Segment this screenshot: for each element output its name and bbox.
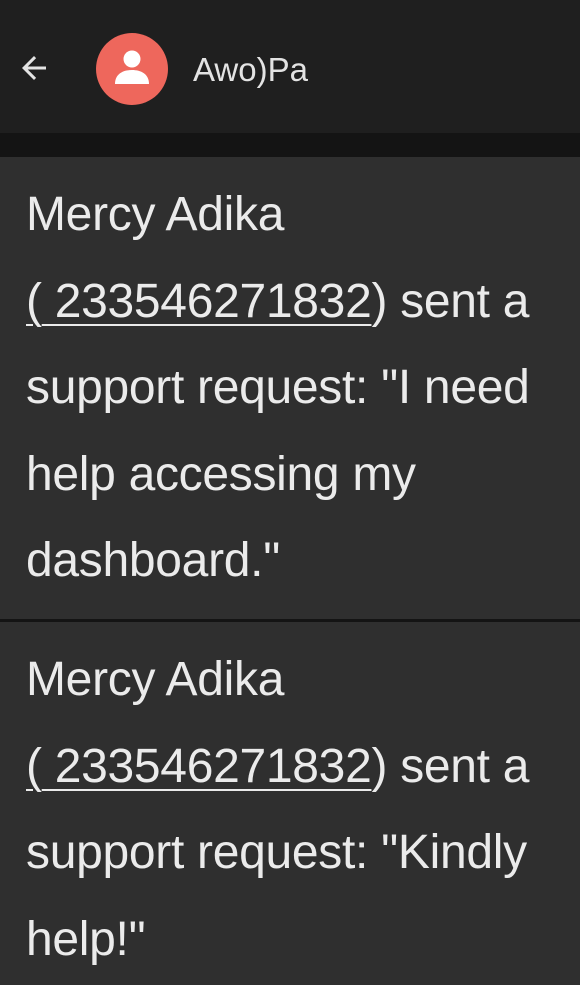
message-bubble[interactable]: Mercy Adika( 233546271832) sent a suppor… (0, 157, 580, 619)
arrow-left-icon (16, 50, 52, 91)
header-divider (0, 133, 580, 157)
sender-name: Mercy Adika (26, 653, 285, 706)
phone-open-paren: ( (26, 274, 42, 328)
phone-number-link[interactable]: ( 233546271832 (26, 739, 372, 793)
person-icon (112, 47, 152, 92)
sender-name: Mercy Adika (26, 188, 285, 241)
phone-close-paren: ) (371, 274, 388, 328)
message-text: Mercy Adika( 233546271832) sent a suppor… (26, 622, 566, 983)
back-button[interactable] (12, 48, 56, 92)
phone-open-paren: ( (26, 739, 42, 793)
phone-number-link[interactable]: ( 233546271832 (26, 274, 372, 328)
message-text: Mercy Adika( 233546271832) sent a suppor… (26, 157, 566, 605)
conversation-header: Awo)Pa (0, 0, 580, 133)
message-bubble[interactable]: Mercy Adika( 233546271832) sent a suppor… (0, 622, 580, 985)
phone-number: 233546271832 (41, 739, 372, 793)
contact-name[interactable]: Awo)Pa (193, 48, 308, 92)
phone-close-paren: ) (371, 739, 388, 793)
contact-avatar[interactable] (96, 33, 168, 105)
phone-number: 233546271832 (41, 274, 372, 328)
sms-conversation-screen: Awo)Pa Mercy Adika( 233546271832) sent a… (0, 0, 580, 985)
